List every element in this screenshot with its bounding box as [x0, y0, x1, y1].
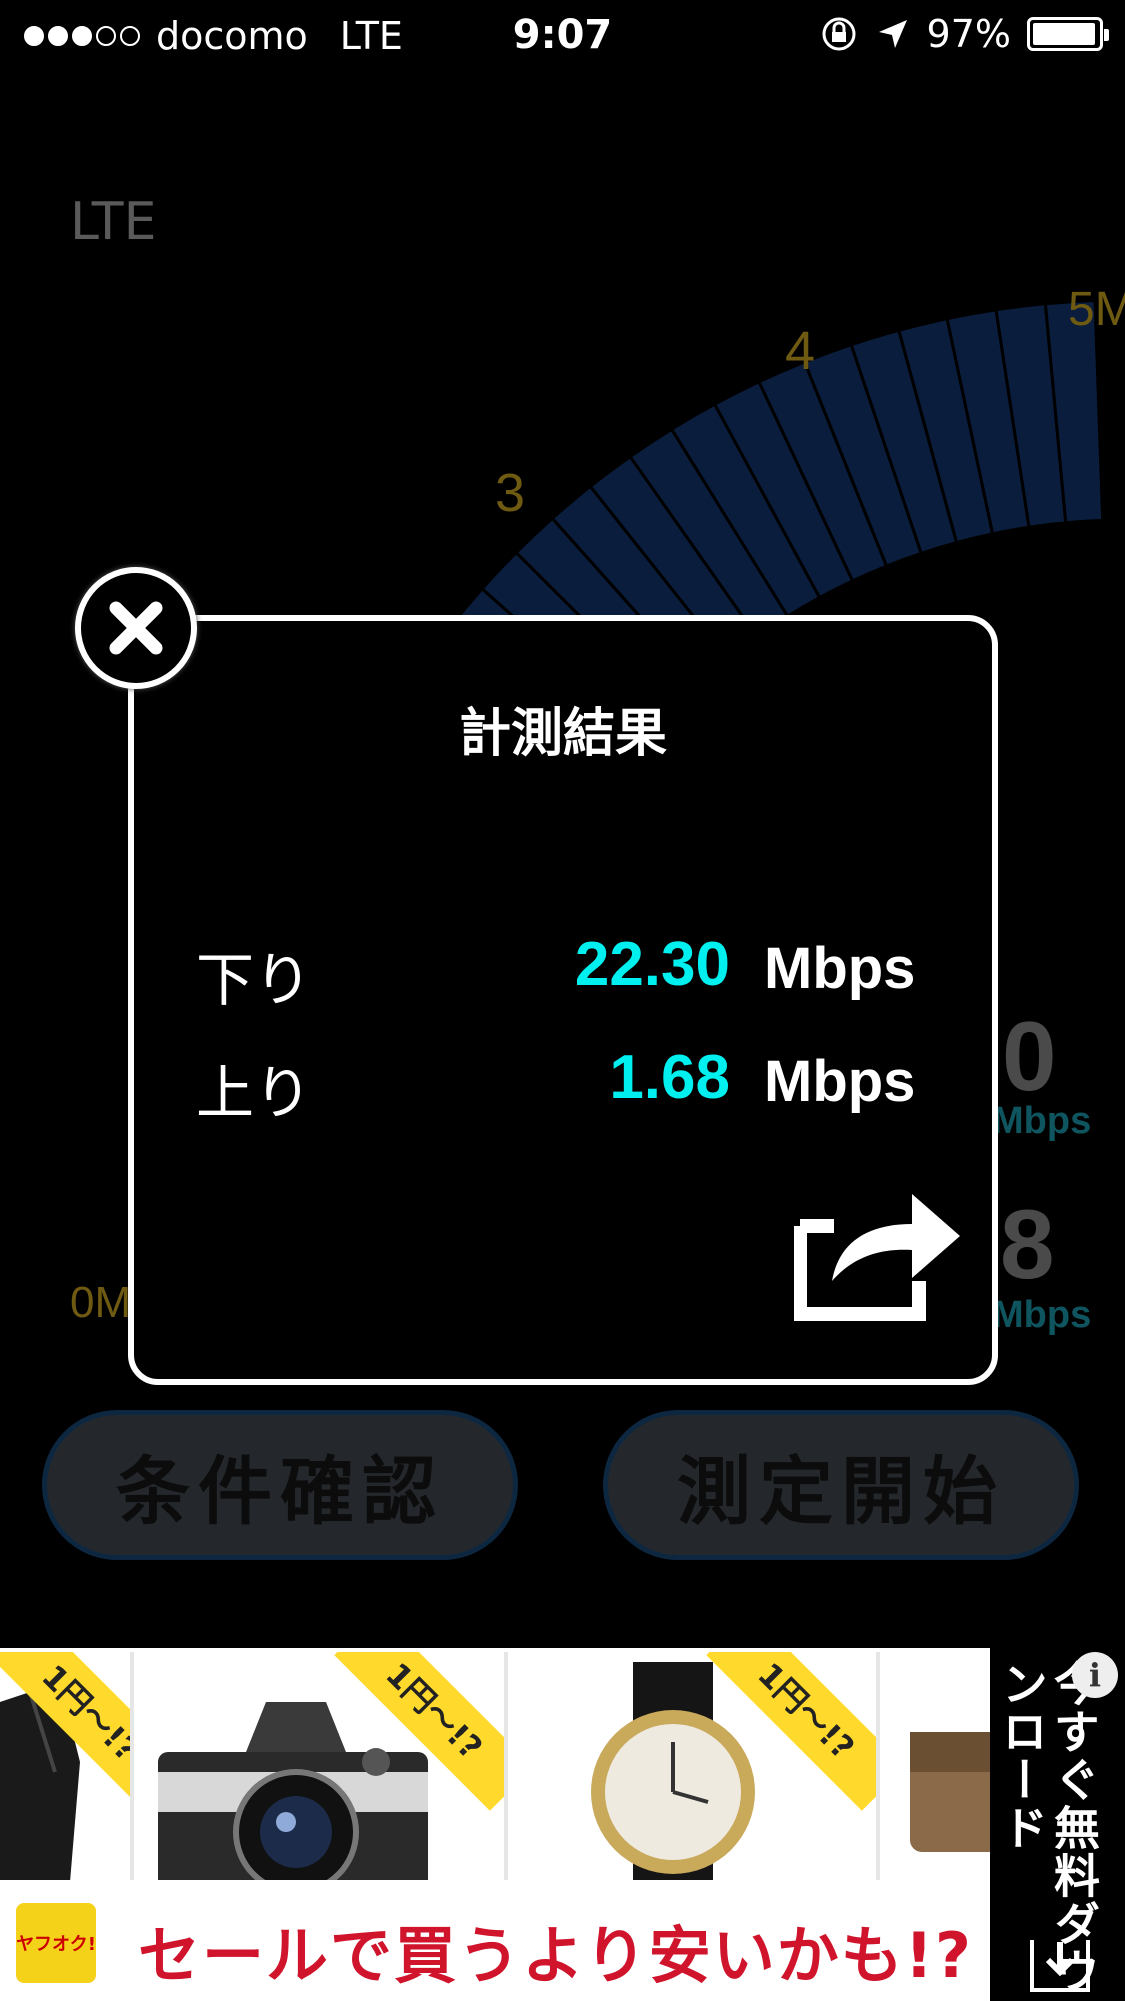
- upload-unit-behind: Mbps: [992, 1294, 1092, 1336]
- yahuoku-logo: ヤフオク!: [16, 1903, 96, 1983]
- rotation-lock-icon: [822, 17, 856, 51]
- upload-label: 上り: [196, 1059, 313, 1127]
- upload-unit: Mbps: [764, 1049, 916, 1114]
- network-type-label: LTE: [70, 192, 157, 252]
- conditions-button[interactable]: 条件確認: [42, 1410, 518, 1560]
- start-measurement-button[interactable]: 測定開始: [603, 1410, 1079, 1560]
- battery-icon: [1027, 17, 1109, 51]
- gauge-label-3: 3: [495, 463, 526, 523]
- share-icon[interactable]: [794, 1186, 964, 1321]
- upload-value-behind: 8: [1000, 1189, 1055, 1299]
- close-icon: [109, 601, 163, 655]
- download-label: 下り: [196, 946, 313, 1014]
- close-button[interactable]: [75, 567, 197, 689]
- info-icon[interactable]: i: [1072, 1652, 1118, 1698]
- result-dialog: 計測結果 下り 22.30 Mbps 上り 1.68 Mbps: [128, 615, 998, 1385]
- download-arrow-icon: [1045, 1942, 1075, 1977]
- status-right: 97%: [819, 12, 1109, 56]
- location-arrow-icon: [878, 20, 907, 48]
- download-unit: Mbps: [764, 936, 916, 1001]
- battery-fill: [1033, 23, 1096, 45]
- gauge-label-5: 5M: [1068, 283, 1125, 336]
- download-icon[interactable]: [1030, 1940, 1090, 1992]
- download-value-behind: 0: [1002, 1001, 1057, 1111]
- download-unit-behind: Mbps: [992, 1100, 1092, 1142]
- gauge-label-4: 4: [785, 321, 816, 381]
- download-value: 22.30: [574, 930, 730, 999]
- ad-headline[interactable]: セールで買うより安いかも!?: [138, 1905, 973, 1995]
- upload-value: 1.68: [609, 1043, 730, 1112]
- battery-percent: 97%: [926, 12, 1011, 56]
- gauge-label-0: 0M: [70, 1278, 132, 1327]
- status-bar: docomo LTE 9:07 97%: [0, 0, 1125, 80]
- dialog-title: 計測結果: [458, 704, 667, 764]
